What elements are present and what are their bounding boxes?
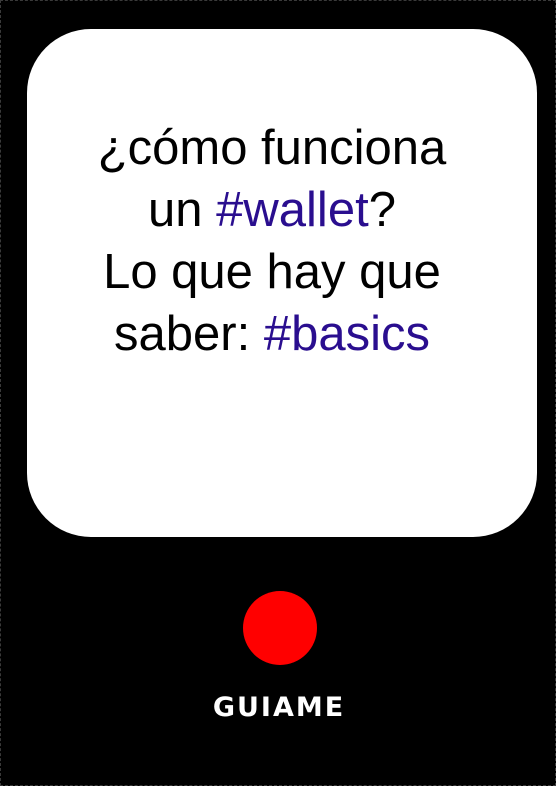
card-line-2-suffix: ? (368, 183, 396, 237)
card-line-4-prefix: saber: (114, 307, 264, 361)
card-line-1-text: ¿cómo funciona (97, 121, 447, 175)
hashtag-wallet: #wallet (216, 183, 369, 237)
hashtag-basics: #basics (263, 307, 430, 361)
card-line-3: Lo que hay que (27, 241, 517, 303)
card-message: ¿cómo funciona un #wallet? Lo que hay qu… (27, 117, 517, 365)
card-line-4: saber: #basics (27, 303, 517, 365)
card-line-3-text: Lo que hay que (103, 245, 441, 299)
guiame-label[interactable]: GUIAME (1, 691, 556, 725)
card-line-2: un #wallet? (27, 179, 517, 241)
message-card: ¿cómo funciona un #wallet? Lo que hay qu… (27, 29, 537, 537)
card-line-1: ¿cómo funciona (27, 117, 517, 179)
card-line-2-prefix: un (148, 183, 217, 237)
page-frame: ¿cómo funciona un #wallet? Lo que hay qu… (0, 0, 556, 786)
red-circle-icon[interactable] (243, 591, 317, 665)
